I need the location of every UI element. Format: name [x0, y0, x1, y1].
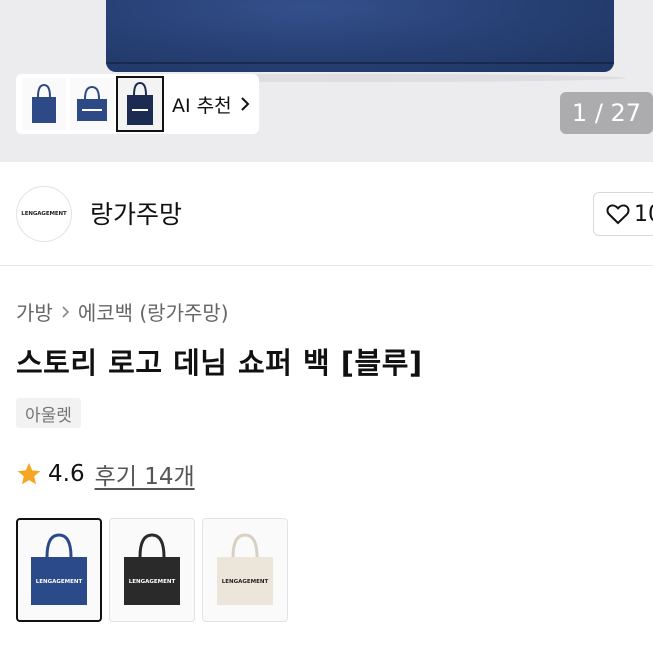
product-title: 스토리 로고 데님 쇼퍼 백 [블루]	[16, 346, 423, 380]
outlet-badge: 아울렛	[16, 398, 81, 428]
reviews-link[interactable]: 후기 14개	[95, 457, 195, 491]
recommend-thumbnail[interactable]	[70, 78, 114, 130]
recommend-thumbnail[interactable]	[22, 78, 66, 130]
color-options: LENGAGEMENT LENGAGEMENT LENGAGEMENT	[16, 518, 288, 622]
rating-value: 4.6	[48, 461, 85, 487]
shop-logo[interactable]: LENGAGEMENT	[16, 186, 72, 242]
product-image-denim-bag	[106, 0, 614, 72]
tote-bag-icon: LENGAGEMENT	[124, 533, 180, 605]
tote-bag-icon	[127, 81, 153, 125]
color-option-black[interactable]: LENGAGEMENT	[109, 518, 195, 622]
bag-print-text: LENGAGEMENT	[222, 579, 269, 585]
tote-bag-icon	[32, 83, 56, 123]
shop-logo-text: LENGAGEMENT	[21, 211, 67, 217]
shop-row: LENGAGEMENT 랑가주망 10	[0, 162, 653, 266]
like-button[interactable]: 10	[593, 192, 653, 236]
ai-recommend-strip[interactable]: AI 추천	[16, 74, 259, 134]
star-icon	[17, 462, 41, 485]
product-image-gallery[interactable]: AI 추천 1 / 27	[0, 0, 653, 162]
tote-bag-icon: LENGAGEMENT	[217, 533, 273, 605]
color-option-ivory[interactable]: LENGAGEMENT	[202, 518, 288, 622]
bag-print-text: LENGAGEMENT	[129, 579, 176, 585]
color-option-blue[interactable]: LENGAGEMENT	[16, 518, 102, 622]
breadcrumb-category[interactable]: 가방	[16, 297, 53, 326]
shop-name[interactable]: 랑가주망	[90, 195, 182, 231]
recommend-thumbnail-selected[interactable]	[116, 76, 164, 132]
like-count: 10	[634, 201, 653, 227]
breadcrumb: 가방 에코백 (랑가주망)	[16, 297, 229, 326]
chevron-right-icon	[240, 97, 250, 111]
chevron-right-icon	[62, 305, 69, 318]
breadcrumb-subcategory[interactable]: 에코백 (랑가주망)	[78, 297, 229, 326]
ai-recommend-label: AI 추천	[172, 94, 232, 117]
heart-icon	[606, 204, 630, 225]
bag-print-text: LENGAGEMENT	[36, 579, 83, 585]
tote-bag-icon	[77, 85, 107, 121]
tote-bag-icon: LENGAGEMENT	[31, 533, 87, 605]
rating-summary: 4.6 후기 14개	[16, 457, 195, 491]
image-counter: 1 / 27	[560, 92, 653, 134]
ai-recommend-link[interactable]: AI 추천	[172, 91, 250, 118]
